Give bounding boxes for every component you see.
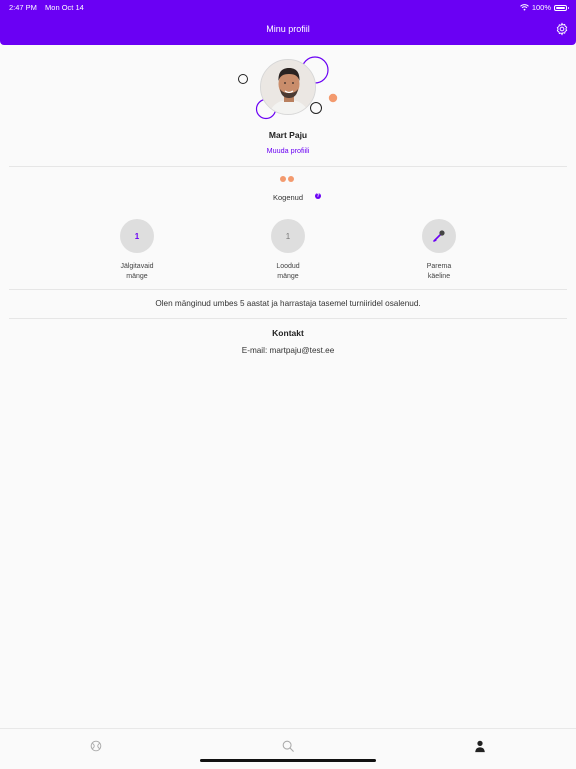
stat-value: 1 <box>285 231 291 241</box>
contact-heading: Kontakt <box>272 328 304 338</box>
status-date: Mon Oct 14 <box>45 3 84 12</box>
status-bar: 2:47 PM Mon Oct 14 100% <box>0 0 576 14</box>
status-time: 2:47 PM <box>9 3 37 12</box>
stat-label-line: Loodud <box>276 263 300 270</box>
divider <box>9 318 567 319</box>
stat-label-line: käeline <box>427 273 451 280</box>
status-time-date: 2:47 PM Mon Oct 14 <box>9 3 84 12</box>
skill-level-label: Kogenud <box>272 193 304 202</box>
stat-label: Loodud mänge <box>248 262 328 282</box>
games-icon[interactable] <box>89 739 103 753</box>
stat-circle: 1 <box>271 219 305 253</box>
divider <box>9 166 567 167</box>
stat-label-line: mänge <box>126 273 148 280</box>
profile-name: Mart Paju <box>268 130 308 140</box>
profile-bio: Olen mänginud umbes 5 aastat ja harrasta… <box>155 299 421 308</box>
profile-icon[interactable] <box>473 739 487 753</box>
stat-created-games[interactable]: 1 Loodud mänge <box>248 219 328 282</box>
edit-profile-link[interactable]: Muuda profiili <box>0 146 576 155</box>
divider <box>9 289 567 290</box>
skill-level-indicator <box>280 176 294 182</box>
wifi-icon <box>519 4 529 11</box>
gear-icon[interactable] <box>555 22 569 36</box>
contact-email: E-mail: martpaju@test.ee <box>241 346 335 355</box>
home-indicator[interactable] <box>200 759 376 762</box>
stat-circle <box>422 219 456 253</box>
tab-bar <box>0 728 576 769</box>
avatar-photo <box>261 60 315 114</box>
stat-label-line: mänge <box>277 273 299 280</box>
status-indicators: 100% <box>519 3 569 12</box>
stat-followed-games[interactable]: 1 Jälgitavaid mänge <box>97 219 177 282</box>
page-title: Minu profiil <box>266 24 310 34</box>
skill-dot <box>288 176 294 182</box>
stat-value: 1 <box>134 231 140 241</box>
header-bar: 2:47 PM Mon Oct 14 100% Minu profiil <box>0 0 576 45</box>
stat-label: Jälgitavaid mänge <box>97 262 177 282</box>
racket-icon <box>433 230 445 242</box>
battery-icon <box>554 4 569 11</box>
stat-circle: 1 <box>120 219 154 253</box>
stat-label: Parema käeline <box>399 262 479 282</box>
search-icon[interactable] <box>281 739 295 753</box>
avatar <box>260 59 316 115</box>
stat-handedness: Parema käeline <box>399 219 479 282</box>
question-icon[interactable]: ? <box>315 193 321 199</box>
battery-percentage: 100% <box>531 3 551 12</box>
stat-label-line: Parema <box>426 263 452 270</box>
skill-dot <box>280 176 286 182</box>
stat-label-line: Jälgitavaid <box>120 263 154 270</box>
